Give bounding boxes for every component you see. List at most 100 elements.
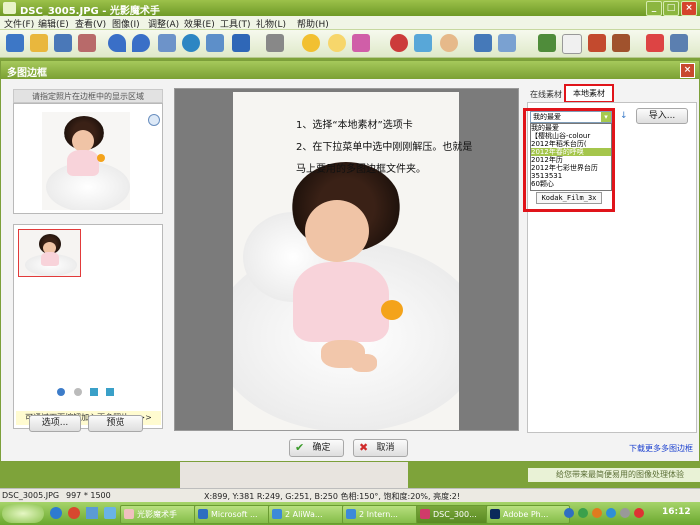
- display-area-photo[interactable]: [42, 112, 130, 210]
- folder-select[interactable]: 我的最爱 ▾: [530, 111, 612, 123]
- face-icon[interactable]: [440, 34, 458, 52]
- undo-icon[interactable]: [108, 34, 126, 52]
- start-button[interactable]: [2, 504, 44, 523]
- annotation-step-1: 1、选择“本地素材”选项卡: [296, 120, 413, 131]
- move-left-icon[interactable]: [90, 388, 98, 396]
- tab-online[interactable]: 在线素材: [530, 88, 564, 102]
- folder-option[interactable]: 3513531: [531, 172, 611, 180]
- annotation-step-2-cont: 马上要用的多图边框文件夹。: [296, 164, 426, 175]
- ok-button[interactable]: ✔ 确定: [289, 439, 344, 457]
- redo-icon[interactable]: [132, 34, 150, 52]
- tray-icon[interactable]: [592, 508, 602, 518]
- menu-gifts[interactable]: 礼物(L): [256, 17, 286, 30]
- tray-icon[interactable]: [634, 508, 644, 518]
- system-tray: [560, 507, 660, 520]
- rotate-icon[interactable]: [232, 34, 250, 52]
- frame-icon[interactable]: [538, 34, 556, 52]
- taskbar: 光影魔术手 Microsoft ... 2 AliWa... 2 Intern.…: [0, 502, 700, 525]
- folder-option[interactable]: 2012年七彩世界台历: [531, 164, 611, 172]
- photo-list-panel: 可通过下面按钮加入更多照片 >>>: [13, 224, 163, 429]
- promo-banner: 给您带来最简便易用的图像处理体验: [528, 468, 700, 482]
- cancel-button-label: 取消: [376, 443, 395, 453]
- zoom-icon[interactable]: [182, 34, 200, 52]
- clock: 16:12: [662, 507, 691, 517]
- status-filename: DSC_3005.JPG: [2, 491, 60, 500]
- remove-photo-icon[interactable]: [74, 388, 82, 396]
- open-folder-icon[interactable]: [30, 34, 48, 52]
- taskbar-item[interactable]: Adobe Ph...: [486, 505, 570, 524]
- taskbar-item-label: 2 Intern...: [359, 510, 398, 519]
- add-photo-icon[interactable]: [57, 388, 65, 396]
- picture-adjust-icon[interactable]: [352, 34, 370, 52]
- tray-icon[interactable]: [606, 508, 616, 518]
- import-button[interactable]: 导入...: [636, 108, 688, 124]
- lightbulb-icon[interactable]: [328, 34, 346, 52]
- check-icon: ✔: [295, 441, 305, 454]
- landscape-icon[interactable]: [414, 34, 432, 52]
- chevron-down-icon[interactable]: ▾: [601, 112, 611, 122]
- browser-icon[interactable]: [50, 507, 62, 519]
- menu-adjust[interactable]: 调整(A): [148, 17, 179, 30]
- tab-local[interactable]: 本地素材: [564, 84, 614, 103]
- app-icon: [3, 2, 16, 14]
- folder-option[interactable]: 我的最爱: [531, 124, 611, 132]
- crop-icon[interactable]: [266, 34, 284, 52]
- menu-file[interactable]: 文件(F): [4, 17, 34, 30]
- folder-option[interactable]: 2012年稻禾台历(: [531, 140, 611, 148]
- volume-icon[interactable]: [620, 508, 630, 518]
- photo-thumbnail[interactable]: [18, 229, 81, 277]
- quicklaunch-icon[interactable]: [104, 507, 116, 519]
- options-button[interactable]: 选项...: [29, 415, 81, 432]
- layout-icon[interactable]: [158, 34, 176, 52]
- dialog-title: 多图边框: [7, 68, 47, 79]
- import-button-label: 导入...: [648, 111, 676, 121]
- maximize-button[interactable]: □: [663, 1, 679, 16]
- menu-help[interactable]: 帮助(H): [297, 17, 329, 30]
- border-icon[interactable]: [612, 34, 630, 52]
- move-right-icon[interactable]: [106, 388, 114, 396]
- menu-bar: 文件(F) 编辑(E) 查看(V) 图像(I) 调整(A) 效果(E) 工具(T…: [0, 16, 700, 30]
- quicklaunch-icon[interactable]: [68, 507, 80, 519]
- fit-icon[interactable]: [206, 34, 224, 52]
- minimize-button[interactable]: _: [646, 1, 662, 16]
- folder-option[interactable]: 【樱桃山谷-colour: [531, 132, 611, 140]
- text-icon[interactable]: [588, 34, 606, 52]
- material-panel: 我的最爱 ▾ 我的最爱 【樱桃山谷-colour 2012年稻禾台历( 2012…: [523, 102, 697, 433]
- close-button[interactable]: ×: [681, 1, 697, 16]
- menu-view[interactable]: 查看(V): [75, 17, 106, 30]
- settings-icon[interactable]: [670, 34, 688, 52]
- browse-icon[interactable]: [6, 34, 24, 52]
- tray-icon[interactable]: [564, 508, 574, 518]
- tray-icon[interactable]: [578, 508, 588, 518]
- color-icon[interactable]: [498, 34, 516, 52]
- save-icon[interactable]: [54, 34, 72, 52]
- menu-image[interactable]: 图像(I): [112, 17, 140, 30]
- taskbar-item-label: Adobe Ph...: [503, 510, 549, 519]
- menu-edit[interactable]: 编辑(E): [38, 17, 69, 30]
- quicklaunch-icon[interactable]: [86, 507, 98, 519]
- folder-option[interactable]: 60颗心: [531, 180, 611, 188]
- display-area-panel: [13, 103, 163, 214]
- frame-thumbnail-caption[interactable]: Kodak_Film_3x: [536, 192, 602, 204]
- save-as-icon[interactable]: [78, 34, 96, 52]
- arrow-down-icon[interactable]: ↓: [620, 112, 628, 121]
- menu-tools[interactable]: 工具(T): [220, 17, 251, 30]
- brightness-icon[interactable]: [302, 34, 320, 52]
- folder-option[interactable]: 2012年历: [531, 156, 611, 164]
- calendar-icon[interactable]: [562, 34, 582, 54]
- dialog-close-button[interactable]: ×: [680, 63, 695, 78]
- status-pixel-info: X:899, Y:381 R:249, G:251, B:250 色相:150°…: [204, 492, 461, 501]
- remove-icon[interactable]: [646, 34, 664, 52]
- annotation-step-2: 2、在下拉菜单中选中刚刚解压。也就是: [296, 142, 473, 153]
- magic-wand-icon[interactable]: [390, 34, 408, 52]
- zoom-icon[interactable]: [148, 114, 160, 126]
- batch-icon[interactable]: [474, 34, 492, 52]
- menu-effects[interactable]: 效果(E): [184, 17, 215, 30]
- background-photo-edge: [180, 462, 408, 488]
- taskbar-item-label: Microsoft ...: [211, 510, 258, 519]
- preview-button[interactable]: 预览: [88, 415, 143, 432]
- cancel-button[interactable]: ✖ 取消: [353, 439, 408, 457]
- taskbar-item-label: 光影魔术手: [137, 510, 177, 519]
- folder-option-selected[interactable]: 2012年春的呼唤: [531, 148, 611, 156]
- download-more-link[interactable]: 下载更多多图边框: [613, 443, 693, 455]
